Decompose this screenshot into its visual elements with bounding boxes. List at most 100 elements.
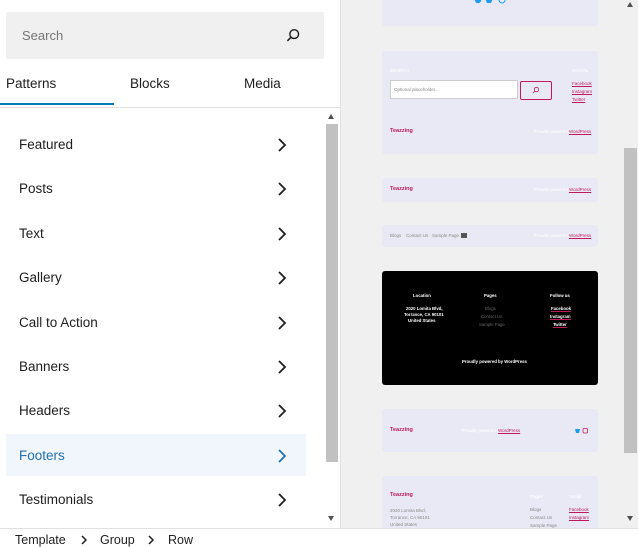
social-heading: Social xyxy=(569,494,582,499)
preview-scroll-up-arrow-icon[interactable] xyxy=(627,2,633,7)
category-posts[interactable]: Posts xyxy=(6,167,306,209)
chevron-right-icon xyxy=(148,535,154,545)
category-label: Testimonials xyxy=(19,492,94,508)
chevron-right-icon xyxy=(81,535,87,545)
tab-patterns[interactable]: Patterns xyxy=(6,62,56,106)
category-gallery[interactable]: Gallery xyxy=(6,256,306,298)
category-headers[interactable]: Headers xyxy=(6,389,306,431)
social-heading: SOCIAL xyxy=(572,68,589,73)
wordpress-link: WordPress xyxy=(498,428,521,433)
social-link: Instagram xyxy=(569,515,590,520)
nav-link: Contact Us xyxy=(406,233,429,238)
category-label: Headers xyxy=(19,403,71,419)
nav-icon xyxy=(461,233,467,238)
address-line: Torrance, CA 90101 xyxy=(404,312,444,317)
breadcrumb: Template Group Row xyxy=(0,528,638,547)
page-link: Contact Us xyxy=(530,515,553,520)
pattern-preview-dark-footer[interactable]: Location 2020 Lomita Blvd, Torrance, CA … xyxy=(382,271,598,385)
pattern-preview-full-footer[interactable]: Teazzing 2020 Lomita Blvd, Torrance, CA … xyxy=(382,476,598,528)
powered-text: Proudly powered by WordPress xyxy=(462,359,527,364)
address-line: 2020 Lomita Blvd, xyxy=(390,508,427,513)
wordpress-link: WordPress xyxy=(569,187,592,192)
preview-search-icon xyxy=(532,86,540,94)
powered-text: Proudly powered by xyxy=(534,187,574,192)
follow-link: Facebook xyxy=(551,306,572,312)
category-scrollbar-thumb[interactable] xyxy=(326,124,338,462)
social-link: Facebook xyxy=(569,507,589,512)
inserter-panel: Patterns Blocks Media Featured Posts Tex… xyxy=(0,0,340,528)
page-link: Blogs xyxy=(530,507,542,512)
chevron-right-icon xyxy=(278,404,287,418)
nav-link: Sample Page xyxy=(432,233,460,238)
pattern-category-list: Featured Posts Text Gallery Call to Acti… xyxy=(6,123,306,523)
category-footers[interactable]: Footers xyxy=(6,433,306,476)
tab-media[interactable]: Media xyxy=(244,62,281,106)
chevron-right-icon xyxy=(278,493,287,507)
tab-list: Patterns Blocks Media xyxy=(0,62,340,108)
category-featured[interactable]: Featured xyxy=(6,123,306,165)
category-text[interactable]: Text xyxy=(6,212,306,254)
chevron-right-icon xyxy=(278,182,287,197)
follow-link: Twitter xyxy=(553,322,567,328)
category-label: Text xyxy=(19,225,44,241)
address-line: Torrance, CA 90101 xyxy=(390,515,430,520)
social-icons xyxy=(474,0,506,4)
pages-heading: Pages xyxy=(484,293,497,298)
chevron-right-icon xyxy=(278,227,287,241)
pattern-preview-search-footer[interactable]: SEARCH Optional placeholder... SOCIAL Fa… xyxy=(382,51,598,154)
social-link: Twitter xyxy=(572,97,586,102)
category-testimonials[interactable]: Testimonials xyxy=(6,478,306,520)
site-title: Teazzing xyxy=(390,186,413,192)
address-line: United States xyxy=(408,318,436,323)
chevron-right-icon xyxy=(278,360,287,374)
pattern-preview-social-footer[interactable]: Teazzing Proudly powered by WordPress xyxy=(382,409,598,452)
breadcrumb-group[interactable]: Group xyxy=(100,533,135,547)
scroll-up-arrow-icon[interactable] xyxy=(328,114,334,119)
chevron-right-icon xyxy=(278,271,287,285)
tab-blocks[interactable]: Blocks xyxy=(130,62,170,106)
pattern-preview-simple-footer[interactable]: Teazzing Proudly powered by WordPress xyxy=(382,178,598,202)
search-input[interactable] xyxy=(6,12,292,59)
follow-heading: Follow us xyxy=(550,293,570,298)
pattern-preview-nav-footer[interactable]: Blogs Contact Us Sample Page Proudly pow… xyxy=(382,225,598,247)
category-label: Posts xyxy=(19,181,53,197)
nav-link: Blogs xyxy=(390,233,402,238)
site-title: Teazzing xyxy=(390,492,413,498)
category-label: Banners xyxy=(19,358,70,374)
site-title: Teazzing xyxy=(390,427,413,433)
social-link: Instagram xyxy=(572,89,593,94)
preview-scroll-down-arrow-icon[interactable] xyxy=(627,516,633,521)
page-link: Sample Page xyxy=(479,322,505,327)
powered-text: Proudly powered by xyxy=(462,428,502,433)
preview-scrollbar-thumb[interactable] xyxy=(624,148,637,453)
follow-link: Instagram xyxy=(550,314,571,320)
category-banners[interactable]: Banners xyxy=(6,345,306,387)
preview-search-placeholder: Optional placeholder... xyxy=(394,87,439,92)
chevron-right-icon xyxy=(278,138,287,152)
category-label: Gallery xyxy=(19,270,62,286)
social-link: Facebook xyxy=(572,81,592,86)
scroll-down-arrow-icon[interactable] xyxy=(328,516,334,521)
preview-search-button xyxy=(520,81,552,100)
breadcrumb-row[interactable]: Row xyxy=(168,533,193,547)
category-call-to-action[interactable]: Call to Action xyxy=(6,301,306,343)
search-heading: SEARCH xyxy=(390,68,409,73)
search-box xyxy=(6,12,324,59)
pattern-preview-social-icons[interactable] xyxy=(382,0,598,26)
address-line: 2020 Lomita Blvd, xyxy=(406,306,443,311)
site-title: Teazzing xyxy=(390,128,413,134)
wordpress-link: WordPress xyxy=(569,233,592,238)
page-link: Contact Us xyxy=(481,314,503,319)
active-tab-indicator xyxy=(0,103,114,105)
search-icon[interactable] xyxy=(285,27,302,44)
breadcrumb-template[interactable]: Template xyxy=(15,533,66,547)
wordpress-link: WordPress xyxy=(569,129,592,134)
powered-text: Proudly powered by xyxy=(534,233,574,238)
chevron-right-icon xyxy=(278,449,287,463)
category-label: Featured xyxy=(19,137,74,152)
address-line: United States xyxy=(390,522,418,527)
chevron-right-icon xyxy=(278,315,287,330)
category-label: Footers xyxy=(19,447,65,463)
category-label: Call to Action xyxy=(19,314,98,330)
location-heading: Location xyxy=(413,293,431,298)
